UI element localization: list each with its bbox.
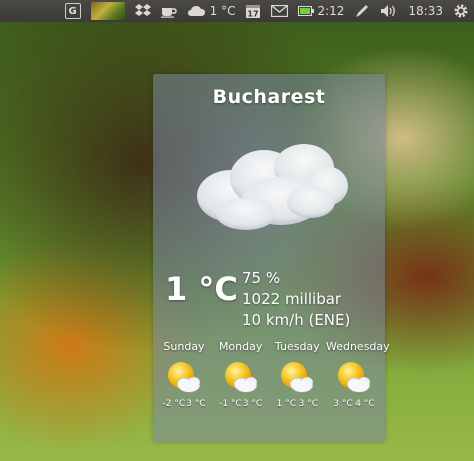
- dropbox-icon[interactable]: [134, 0, 151, 22]
- weather-indicator[interactable]: 1 °C: [187, 0, 236, 22]
- forecast-day-name: Sunday: [163, 340, 205, 353]
- current-temperature: 1 °C: [165, 270, 238, 308]
- sun-cloud-icon: [156, 358, 212, 398]
- forecast-day-name: Tuesday: [274, 340, 320, 353]
- weather-card: Bucharest 1 °C 75 % 1022 millibar 10 km/…: [153, 74, 390, 442]
- forecast-day: Wednesday 3 °C 4 °C: [325, 340, 390, 409]
- forecast-low: 3 °C: [333, 399, 353, 409]
- overcast-cloud-icon: [186, 136, 356, 250]
- forecast-high: 3 °C: [186, 399, 206, 409]
- pressure: 1022 millibar: [242, 290, 342, 308]
- panel-temperature: 1 °C: [209, 4, 236, 18]
- g-app-icon[interactable]: G: [64, 0, 81, 22]
- forecast-day-name: Wednesday: [325, 340, 390, 353]
- calendar-icon[interactable]: 17: [245, 0, 261, 22]
- forecast-day-name: Monday: [218, 340, 263, 353]
- calendar-day: 17: [248, 10, 259, 19]
- clock[interactable]: 18:33: [408, 0, 443, 22]
- battery-icon: [298, 6, 315, 16]
- sun-cloud-icon: [269, 358, 325, 398]
- forecast-high: 3 °C: [298, 399, 318, 409]
- forecast: Sunday -2 °C 3 °C Monday -1 °C 3 °C Tuesda…: [156, 340, 390, 409]
- mail-icon[interactable]: [271, 0, 289, 22]
- forecast-low: -2 °C: [162, 399, 186, 409]
- top-panel: G 1 °C 17 2:12 18:33: [0, 0, 474, 22]
- pen-icon[interactable]: [354, 0, 370, 22]
- battery-indicator[interactable]: 2:12: [298, 0, 344, 22]
- forecast-low: -1 °C: [219, 399, 242, 409]
- forecast-day: Tuesday 1 °C 3 °C: [269, 340, 325, 409]
- battery-time: 2:12: [317, 4, 345, 18]
- settings-gear-icon[interactable]: [453, 0, 469, 22]
- forecast-low: 1 °C: [276, 399, 296, 409]
- coffee-cup-icon[interactable]: [160, 0, 177, 22]
- photo-thumbnail[interactable]: [90, 2, 125, 20]
- weather-details: 75 % 1022 millibar 10 km/h (ENE): [242, 268, 350, 331]
- sun-cloud-icon: [213, 358, 269, 398]
- forecast-day: Sunday -2 °C 3 °C: [156, 340, 212, 409]
- humidity: 75 %: [242, 269, 281, 287]
- wind: 10 km/h (ENE): [242, 311, 351, 329]
- clock-time: 18:33: [408, 4, 443, 18]
- city-name: Bucharest: [212, 86, 326, 108]
- sun-cloud-icon: [326, 358, 382, 398]
- forecast-high: 4 °C: [355, 399, 375, 409]
- volume-icon[interactable]: [380, 0, 398, 22]
- forecast-high: 3 °C: [242, 399, 263, 409]
- forecast-day: Monday -1 °C 3 °C: [213, 340, 269, 409]
- cloud-weather-icon: [187, 6, 205, 16]
- g-app-letter: G: [64, 3, 81, 19]
